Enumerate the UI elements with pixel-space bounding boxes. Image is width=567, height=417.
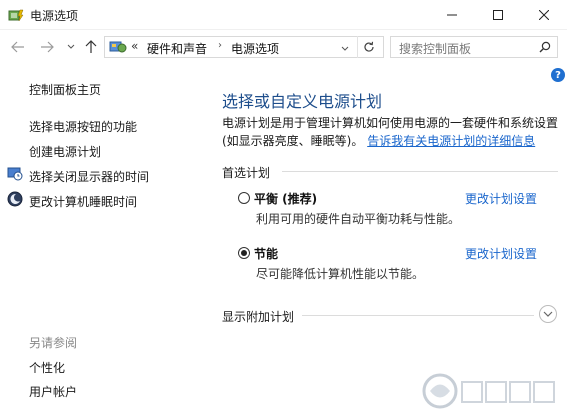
plan-desc-balanced: 利用可用的硬件自动平衡功耗与性能。 xyxy=(256,212,461,226)
maximize-button[interactable] xyxy=(475,0,521,30)
sidebar-item-create-plan[interactable]: 创建电源计划 xyxy=(29,143,101,160)
radio-power-saver[interactable] xyxy=(238,247,250,259)
forward-arrow-icon xyxy=(41,41,54,53)
sidebar-control-panel-home[interactable]: 控制面板主页 xyxy=(29,81,101,98)
radio-balanced[interactable] xyxy=(238,192,250,204)
chevron-down-icon xyxy=(67,44,75,49)
change-plan-settings-balanced[interactable]: 更改计划设置 xyxy=(465,190,537,207)
page-description: 电源计划是用于管理计算机如何使用电源的一套硬件和系统设置(如显示器亮度、睡眠等)… xyxy=(222,114,562,150)
learn-more-link[interactable]: 告诉我有关电源计划的详细信息 xyxy=(367,134,535,148)
chevron-down-icon xyxy=(543,311,553,317)
search-icon[interactable] xyxy=(539,41,551,56)
change-plan-settings-power-saver[interactable]: 更改计划设置 xyxy=(465,245,537,262)
close-button[interactable] xyxy=(521,0,567,30)
recent-locations-button[interactable] xyxy=(62,38,80,56)
breadcrumb-power-options[interactable]: 电源选项 xyxy=(231,40,279,57)
search-placeholder[interactable]: 搜索控制面板 xyxy=(399,40,471,57)
help-button[interactable]: ? xyxy=(551,68,565,82)
back-button[interactable] xyxy=(9,38,27,56)
title-bar: 电源选项 xyxy=(0,0,567,30)
sleep-moon-icon xyxy=(7,191,23,207)
breadcrumb-hardware-sound[interactable]: 硬件和声音 xyxy=(147,40,207,57)
refresh-icon xyxy=(363,41,374,52)
search-box[interactable]: 搜索控制面板 xyxy=(390,36,558,58)
sidebar-item-display-timeout[interactable]: 选择关闭显示器的时间 xyxy=(29,168,149,185)
page-title: 选择或自定义电源计划 xyxy=(222,92,383,111)
control-panel-icon xyxy=(109,39,127,55)
back-arrow-icon xyxy=(11,41,24,53)
watermark-logo xyxy=(420,368,565,414)
see-also-heading: 另请参阅 xyxy=(29,336,78,350)
show-additional-plans-label[interactable]: 显示附加计划 xyxy=(222,308,294,325)
refresh-button[interactable] xyxy=(357,36,379,58)
address-overflow-chevron[interactable]: « xyxy=(131,39,138,53)
plan-name-balanced[interactable]: 平衡 (推荐) xyxy=(254,190,317,207)
expand-additional-plans-button[interactable] xyxy=(539,305,557,323)
forward-button[interactable] xyxy=(38,38,56,56)
address-dropdown-button[interactable] xyxy=(341,41,349,55)
breadcrumb-separator-icon[interactable]: › xyxy=(218,40,222,51)
sidebar-item-sleep-time[interactable]: 更改计算机睡眠时间 xyxy=(29,193,137,210)
chevron-down-icon xyxy=(341,46,349,51)
see-also-user-accounts[interactable]: 用户帐户 xyxy=(29,383,77,400)
power-options-icon xyxy=(8,7,24,23)
display-clock-icon xyxy=(7,166,23,182)
address-bar[interactable]: « 硬件和声音 › 电源选项 xyxy=(104,36,384,58)
minimize-button[interactable] xyxy=(429,0,475,30)
section-divider xyxy=(282,171,558,172)
preferred-plans-label: 首选计划 xyxy=(222,166,271,180)
additional-plans-divider xyxy=(302,315,534,316)
sidebar-item-power-button[interactable]: 选择电源按钮的功能 xyxy=(29,118,137,135)
up-button[interactable] xyxy=(82,38,100,56)
see-also-personalization[interactable]: 个性化 xyxy=(29,359,65,376)
plan-desc-power-saver: 尽可能降低计算机性能以节能。 xyxy=(256,267,425,281)
window-title: 电源选项 xyxy=(30,9,79,23)
up-arrow-icon xyxy=(85,40,97,53)
plan-name-power-saver[interactable]: 节能 xyxy=(254,245,278,262)
